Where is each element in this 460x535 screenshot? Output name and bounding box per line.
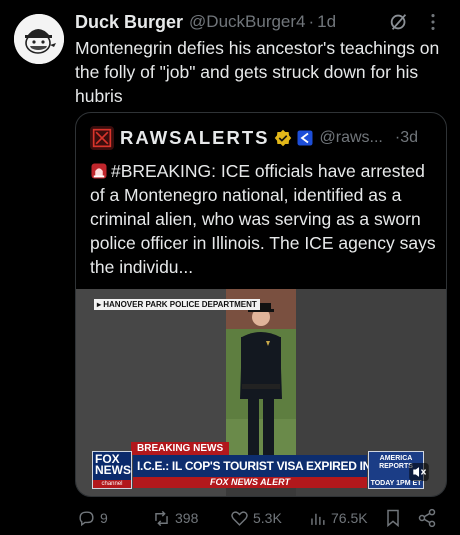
share-icon[interactable]: [417, 508, 437, 528]
repost-button[interactable]: 398: [152, 507, 198, 529]
quoted-tweet[interactable]: RAWSALERTS @raws... ·3d #BREAKING: ICE o…: [75, 112, 447, 497]
breaking-news-banner: BREAKING NEWS: [131, 442, 230, 455]
bookmark-icon[interactable]: [383, 508, 403, 528]
police-department-text: HANOVER PARK POLICE DEPARTMENT: [103, 300, 257, 309]
repost-icon: [155, 510, 168, 526]
tweet-text: Montenegrin defies his ancestor's teachi…: [75, 38, 440, 106]
fox-logo-text: FOX NEWS: [95, 452, 131, 477]
tweet-timestamp[interactable]: 1d: [317, 12, 336, 32]
views-button[interactable]: 76.5K: [308, 507, 368, 529]
quoted-tweet-header: RAWSALERTS @raws... ·3d: [90, 125, 440, 151]
fox-channel-label: channel: [93, 480, 131, 488]
mute-toggle-icon[interactable]: [409, 463, 429, 481]
repost-count: 398: [175, 510, 199, 526]
quoted-handle[interactable]: @raws...: [320, 129, 383, 147]
reply-button[interactable]: 9: [77, 507, 108, 529]
tweet-actions: 9 398 5.3K 76.5K: [75, 507, 450, 529]
quoted-avatar[interactable]: [90, 126, 114, 150]
duck-avatar-icon: [14, 14, 64, 64]
like-button[interactable]: 5.3K: [230, 507, 282, 529]
news-headline: I.C.E.: IL COP'S TOURIST VISA EXPIRED IN…: [133, 455, 400, 477]
show-logo-time: TODAY 1PM ET: [370, 480, 422, 487]
quoted-tweet-text: #BREAKING: ICE officials have arrested o…: [90, 159, 440, 279]
police-department-label: ▸ HANOVER PARK POLICE DEPARTMENT: [94, 299, 260, 310]
quoted-text-body: #BREAKING: ICE officials have arrested o…: [90, 161, 436, 277]
verified-badge-icon: [274, 129, 291, 147]
more-options-icon[interactable]: [422, 11, 444, 33]
fox-news-logo: FOX NEWS channel: [92, 451, 132, 489]
affiliate-badge-icon: [297, 130, 312, 146]
separator-dot: ·: [308, 12, 315, 31]
fox-news-alert: FOX NEWS ALERT: [133, 477, 367, 488]
quoted-display-name[interactable]: RAWSALERTS: [120, 127, 270, 149]
grok-icon[interactable]: [388, 11, 410, 33]
quoted-time: 3d: [400, 129, 418, 146]
views-count: 76.5K: [331, 510, 368, 526]
alert-logo-icon: [92, 128, 112, 148]
reply-icon: [79, 510, 94, 526]
reply-count: 9: [100, 510, 108, 526]
tweet-header: Duck Burger @DuckBurger4 · 1d: [75, 10, 450, 34]
user-handle[interactable]: @DuckBurger4: [189, 12, 305, 32]
siren-icon: [91, 163, 107, 179]
officer-photo: [226, 289, 296, 464]
tweet[interactable]: Duck Burger @DuckBurger4 · 1d Montenegri…: [0, 0, 460, 535]
display-name[interactable]: Duck Burger: [75, 12, 183, 33]
avatar[interactable]: [14, 14, 64, 64]
heart-icon: [231, 510, 248, 526]
quoted-video[interactable]: ▸ HANOVER PARK POLICE DEPARTMENT BREAKIN…: [76, 289, 446, 496]
quoted-timestamp[interactable]: ·3d: [395, 129, 418, 147]
views-chart-icon: [311, 513, 325, 525]
like-count: 5.3K: [253, 510, 282, 526]
